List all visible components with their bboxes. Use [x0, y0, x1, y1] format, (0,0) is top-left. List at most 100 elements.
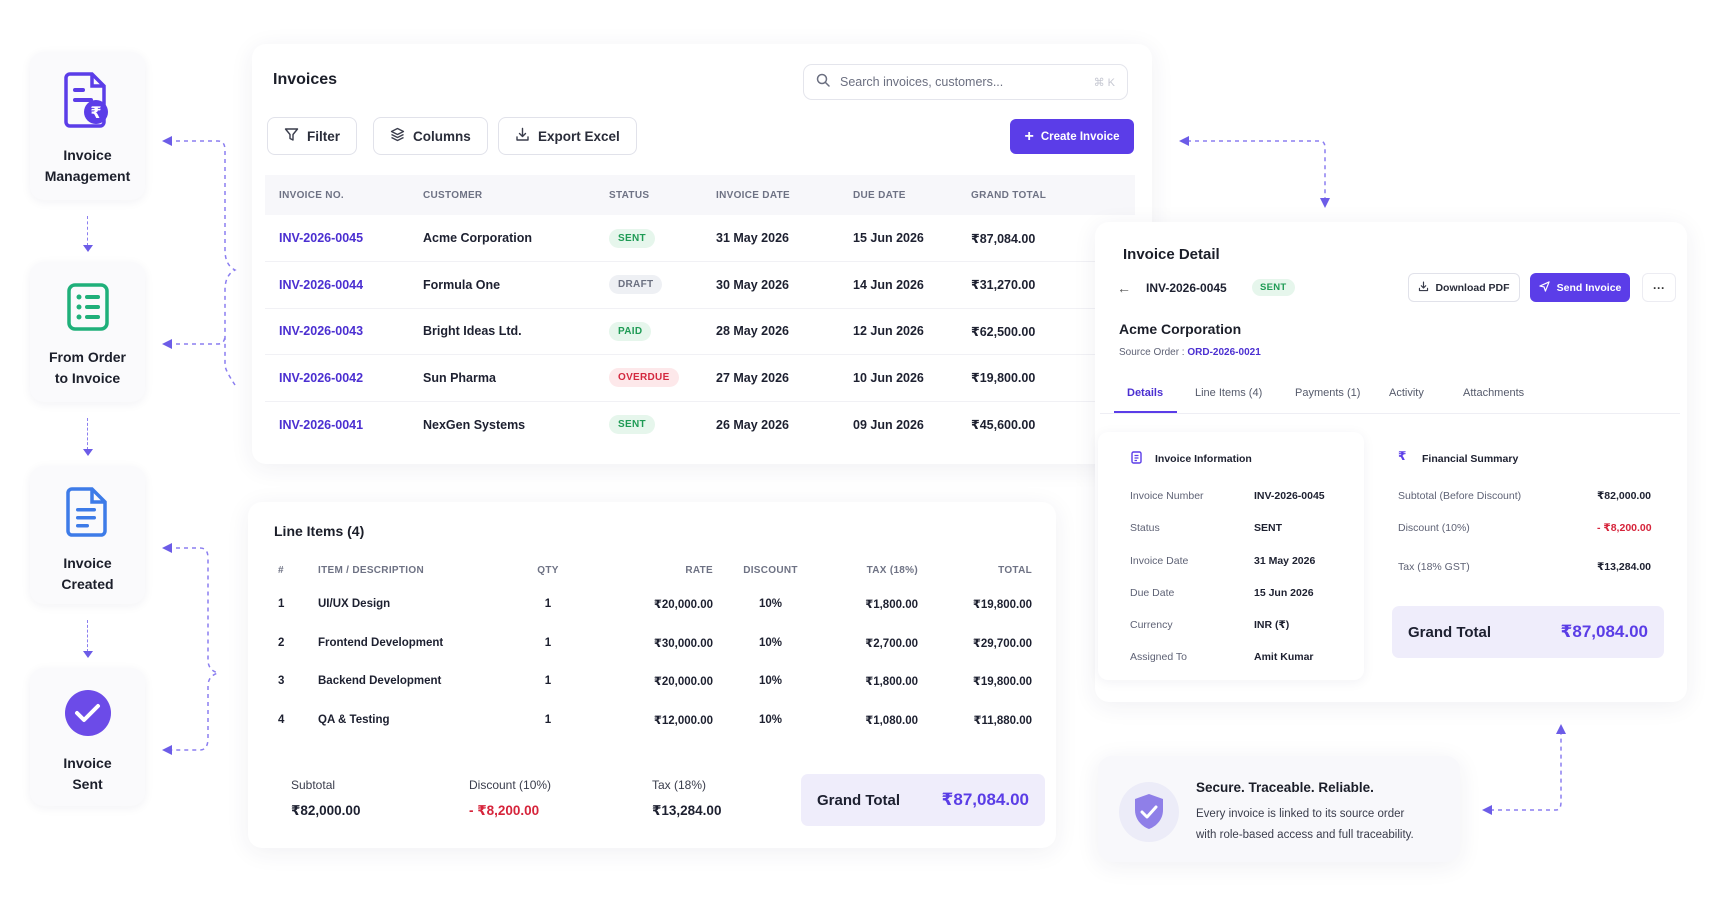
- secure-line-1: Every invoice is linked to its source or…: [1196, 808, 1405, 820]
- export-excel-button[interactable]: Export Excel: [498, 117, 637, 155]
- customer-cell: Formula One: [423, 261, 609, 309]
- col-due-date[interactable]: DUE DATE: [853, 175, 971, 215]
- download-icon: [1418, 281, 1429, 295]
- status-cell: SENT: [609, 401, 716, 448]
- fin-value: ₹82,000.00: [1597, 490, 1652, 502]
- info-key: Assigned To: [1130, 651, 1188, 663]
- step-invoice-management: ₹ Invoice Management: [30, 52, 145, 200]
- order-list-icon: [66, 282, 110, 337]
- table-row[interactable]: INV-2026-0042 Sun Pharma OVERDUE 27 May …: [265, 354, 1135, 402]
- download-pdf-button[interactable]: Download PDF: [1408, 273, 1520, 302]
- col-qty: QTY: [537, 564, 559, 576]
- col-invoice-date[interactable]: INVOICE DATE: [716, 175, 853, 215]
- rate-cell: ₹12,000.00: [653, 714, 713, 727]
- detail-customer: Acme Corporation: [1119, 321, 1242, 337]
- plus-icon: +: [1024, 127, 1034, 145]
- col-total: TOTAL: [998, 564, 1032, 576]
- tax-cell: ₹2,700.00: [865, 637, 918, 650]
- filter-button[interactable]: Filter: [267, 117, 358, 155]
- search-box[interactable]: ⌘ K: [803, 64, 1128, 100]
- qty-cell: 1: [544, 675, 552, 688]
- tax-cell: ₹1,080.00: [865, 714, 918, 727]
- info-value: Amit Kumar: [1254, 651, 1314, 663]
- invoice-no-link[interactable]: INV-2026-0043: [265, 308, 423, 355]
- send-invoice-button[interactable]: Send Invoice: [1530, 273, 1630, 302]
- discount-cell: 10%: [758, 675, 783, 688]
- invoice-no-link[interactable]: INV-2026-0042: [265, 354, 423, 402]
- info-value: 31 May 2026: [1254, 555, 1316, 567]
- tax-value: ₹13,284.00: [652, 803, 722, 818]
- grand-total-label: Grand Total: [817, 791, 901, 809]
- qty-cell: 1: [544, 636, 552, 649]
- tab-line-items[interactable]: Line Items (4): [1195, 387, 1262, 399]
- invoice-no-link[interactable]: INV-2026-0041: [265, 401, 423, 448]
- back-arrow-icon[interactable]: ←: [1117, 280, 1131, 296]
- col-tax: TAX (18%): [866, 564, 918, 576]
- qty-cell: 1: [544, 713, 552, 726]
- total-cell: ₹29,700.00: [972, 637, 1032, 650]
- status-badge: DRAFT: [609, 275, 663, 295]
- info-value: SENT: [1254, 522, 1283, 534]
- info-key: Invoice Date: [1130, 555, 1189, 567]
- item-cell: Frontend Development: [318, 636, 444, 649]
- detail-grand-total-box: Grand Total ₹87,084.00: [1392, 606, 1664, 658]
- due-cell: 14 Jun 2026: [853, 261, 971, 309]
- table-row[interactable]: INV-2026-0044 Formula One DRAFT 30 May 2…: [265, 261, 1135, 309]
- customer-cell: Bright Ideas Ltd.: [423, 308, 609, 355]
- send-invoice-label: Send Invoice: [1556, 281, 1622, 294]
- index-cell: 1: [278, 598, 285, 611]
- col-status[interactable]: STATUS: [609, 175, 716, 215]
- rate-cell: ₹30,000.00: [653, 637, 713, 650]
- invoice-no-link[interactable]: INV-2026-0044: [265, 261, 423, 309]
- filter-label: Filter: [307, 128, 341, 144]
- info-key: Due Date: [1130, 587, 1175, 599]
- line-items-table: # ITEM / DESCRIPTION QTY RATE DISCOUNT T…: [270, 555, 1040, 739]
- index-cell: 2: [278, 636, 285, 649]
- document-icon: [65, 486, 110, 543]
- table-row: 4 QA & Testing 1 ₹12,000.00 10% ₹1,080.0…: [270, 701, 1040, 740]
- more-options-icon[interactable]: ···: [1642, 273, 1676, 302]
- create-invoice-button[interactable]: + Create Invoice: [1010, 119, 1134, 154]
- fin-value: ₹13,284.00: [1597, 561, 1652, 573]
- tab-payments[interactable]: Payments (1): [1295, 387, 1360, 399]
- check-circle-icon: [63, 688, 113, 743]
- grand-total-box: Grand Total ₹87,084.00: [801, 774, 1045, 826]
- col-invoice-no[interactable]: INVOICE NO.: [265, 175, 423, 215]
- qty-cell: 1: [544, 598, 552, 611]
- step-label: Invoice Sent: [63, 755, 112, 792]
- col-grand-total[interactable]: GRAND TOTAL: [971, 175, 1135, 215]
- due-cell: 10 Jun 2026: [853, 354, 971, 402]
- filter-icon: [284, 127, 299, 145]
- due-cell: 15 Jun 2026: [853, 215, 971, 262]
- fin-key: Tax (18% GST): [1398, 561, 1470, 573]
- columns-label: Columns: [413, 128, 471, 144]
- search-input[interactable]: [840, 75, 1084, 89]
- tab-details[interactable]: Details: [1127, 387, 1163, 399]
- table-row[interactable]: INV-2026-0043 Bright Ideas Ltd. PAID 28 …: [265, 308, 1135, 355]
- download-icon: [515, 127, 530, 145]
- fin-key: Subtotal (Before Discount): [1398, 490, 1522, 502]
- columns-button[interactable]: Columns: [373, 117, 488, 155]
- table-row[interactable]: INV-2026-0041 NexGen Systems SENT 26 May…: [265, 401, 1135, 448]
- discount-cell: 10%: [758, 636, 783, 649]
- index-cell: 4: [278, 713, 285, 726]
- invoice-no-link[interactable]: INV-2026-0045: [265, 215, 423, 262]
- col-customer[interactable]: CUSTOMER: [423, 175, 609, 215]
- fin-key: Discount (10%): [1398, 522, 1470, 534]
- tab-attachments[interactable]: Attachments: [1463, 387, 1524, 399]
- status-cell: PAID: [609, 308, 716, 355]
- status-cell: DRAFT: [609, 261, 716, 309]
- search-icon: [816, 73, 830, 92]
- source-order-link[interactable]: ORD-2026-0021: [1187, 347, 1260, 358]
- col-index: #: [278, 564, 284, 576]
- step-label: From Order to Invoice: [48, 349, 126, 386]
- columns-icon: [390, 127, 405, 145]
- table-row[interactable]: INV-2026-0045 Acme Corporation SENT 31 M…: [265, 215, 1135, 262]
- date-cell: 31 May 2026: [716, 215, 853, 262]
- tab-activity[interactable]: Activity: [1389, 387, 1424, 399]
- search-shortcut: ⌘ K: [1093, 76, 1115, 89]
- customer-cell: Acme Corporation: [423, 215, 609, 262]
- col-rate: RATE: [685, 564, 713, 576]
- detail-status-badge: SENT: [1252, 279, 1295, 296]
- customer-cell: NexGen Systems: [423, 417, 526, 432]
